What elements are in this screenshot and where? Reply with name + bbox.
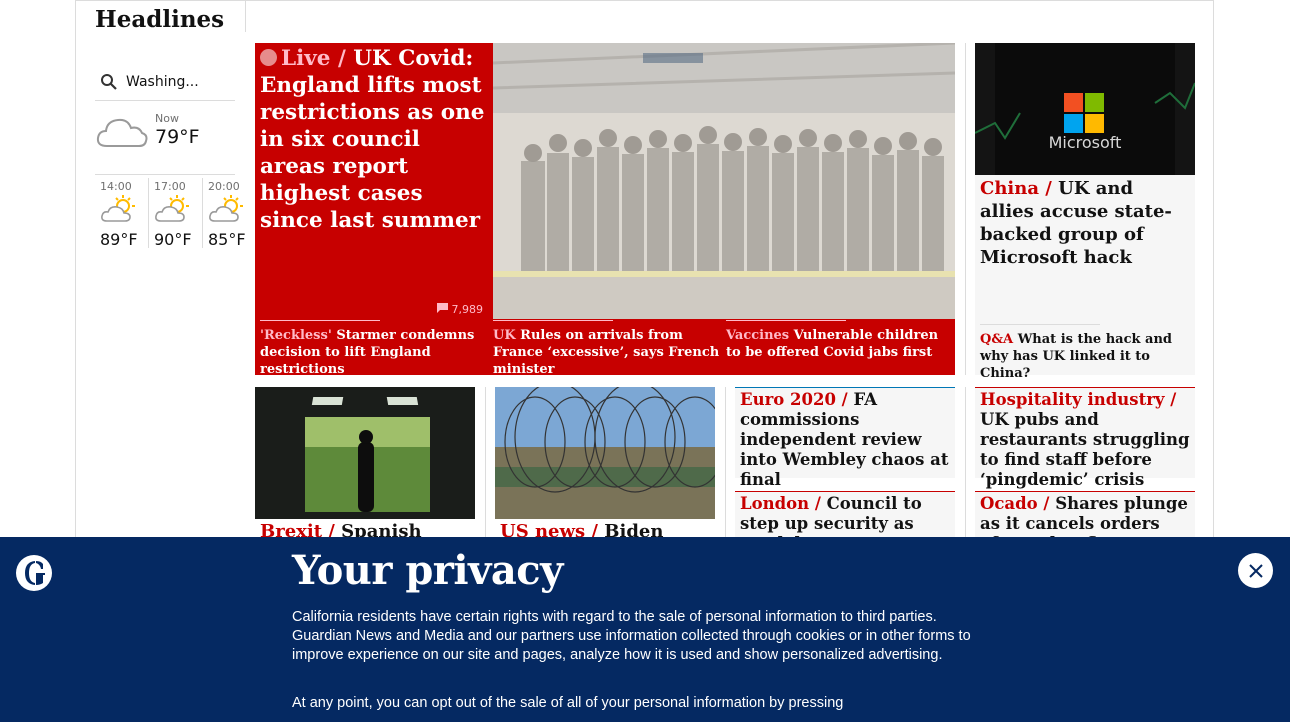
lead-story-card[interactable]: Live / UK Covid: England lifts most rest… (255, 43, 493, 319)
microsoft-sub-kicker: Q&A (980, 332, 1014, 347)
weather-location-search[interactable]: Washing... (95, 64, 235, 101)
lead-kicker: Live / (281, 46, 346, 71)
lead-sublinks: 'Reckless' Starmer condemns decision to … (255, 319, 955, 378)
tunnel-silhouette-photo (255, 387, 475, 519)
sublink-kicker: Vaccines (726, 328, 790, 343)
privacy-banner: Your privacy California residents have c… (0, 537, 1290, 722)
comment-count-value: 7,989 (451, 303, 484, 316)
comment-count[interactable]: 7,989 (437, 303, 483, 316)
cloud-icon (96, 118, 148, 147)
microsoft-wordmark: Microsoft (1048, 133, 1122, 152)
close-privacy-button[interactable] (1238, 553, 1273, 588)
razor-wire-photo (495, 387, 715, 519)
forecast-item: 20:00 85°F (202, 178, 256, 249)
microsoft-kicker: China / (980, 178, 1052, 199)
sublink-kicker: UK (493, 328, 516, 343)
microsoft-headline[interactable]: China / UK and allies accuse state-backe… (980, 177, 1192, 269)
close-icon (1248, 563, 1263, 578)
weather-location-input[interactable]: Washing... (126, 74, 199, 90)
section-title: Headlines (95, 6, 225, 33)
forecast-time: 17:00 (154, 180, 186, 193)
partly-sunny-icon (209, 195, 243, 222)
usnews-story-image[interactable] (495, 387, 715, 519)
sublink-kicker: 'Reckless' (260, 328, 332, 343)
sublink-text: Rules on arrivals from France ‘excessive… (493, 328, 720, 377)
hospitality-headline-text: UK pubs and restaurants struggling to fi… (980, 410, 1190, 489)
column-divider (965, 43, 966, 375)
forecast-time: 20:00 (208, 180, 240, 193)
forecast-item: 17:00 90°F (148, 178, 202, 249)
station-crowd-photo (493, 43, 955, 319)
ocado-story-card[interactable]: Ocado / Shares plunge as it cancels orde… (975, 491, 1195, 553)
weather-now-temp: 79°F (155, 126, 200, 148)
euro-story-card[interactable]: Euro 2020 / FA commissions independent r… (735, 387, 955, 489)
hospitality-headline[interactable]: Hospitality industry / UK pubs and resta… (980, 390, 1192, 490)
lead-headline-text: UK Covid: England lifts most restriction… (260, 46, 485, 233)
microsoft-sublink[interactable]: Q&A What is the hack and why has UK link… (980, 324, 1190, 382)
microsoft-story-card[interactable]: China / UK and allies accuse state-backe… (975, 175, 1195, 381)
euro-headline[interactable]: Euro 2020 / FA commissions independent r… (740, 390, 952, 490)
hospitality-kicker: Hospitality industry / (980, 390, 1177, 409)
column-divider (725, 387, 726, 537)
forecast-time: 14:00 (100, 180, 132, 193)
ocado-kicker: Ocado / (980, 494, 1050, 513)
london-kicker: London / (740, 494, 821, 513)
sublink[interactable]: 'Reckless' Starmer condemns decision to … (260, 320, 488, 378)
euro-kicker: Euro 2020 / (740, 390, 848, 409)
lead-headline[interactable]: Live / UK Covid: England lifts most rest… (260, 45, 488, 234)
forecast-temp: 85°F (208, 230, 246, 249)
microsoft-logo-photo (975, 43, 1195, 175)
microsoft-story-image[interactable]: Microsoft (975, 43, 1195, 175)
header-divider (245, 0, 246, 32)
privacy-title: Your privacy (292, 547, 563, 594)
weather-now-label: Now (155, 112, 179, 125)
forecast-temp: 90°F (154, 230, 192, 249)
hospitality-story-card[interactable]: Hospitality industry / UK pubs and resta… (975, 387, 1195, 489)
london-story-card[interactable]: London / Council to step up security as … (735, 491, 955, 553)
sublink[interactable]: Vaccines Vulnerable children to be offer… (726, 320, 952, 361)
partly-sunny-icon (155, 195, 189, 222)
search-icon (101, 74, 117, 90)
comment-icon (437, 303, 448, 313)
privacy-paragraph: At any point, you can opt out of the sal… (292, 695, 844, 711)
column-divider (965, 387, 966, 537)
lead-story-image[interactable] (493, 43, 955, 319)
privacy-paragraph: California residents have certain rights… (292, 609, 971, 663)
sublink[interactable]: UK Rules on arrivals from France ‘excess… (493, 320, 721, 378)
forecast-temp: 89°F (100, 230, 138, 249)
live-pulse-icon (260, 49, 277, 66)
column-divider (485, 387, 486, 537)
weather-now: Now 79°F (95, 108, 235, 175)
brexit-story-image[interactable] (255, 387, 475, 519)
forecast-item: 14:00 89°F (95, 178, 148, 249)
guardian-logo-icon (16, 555, 52, 591)
partly-sunny-icon (101, 195, 135, 222)
